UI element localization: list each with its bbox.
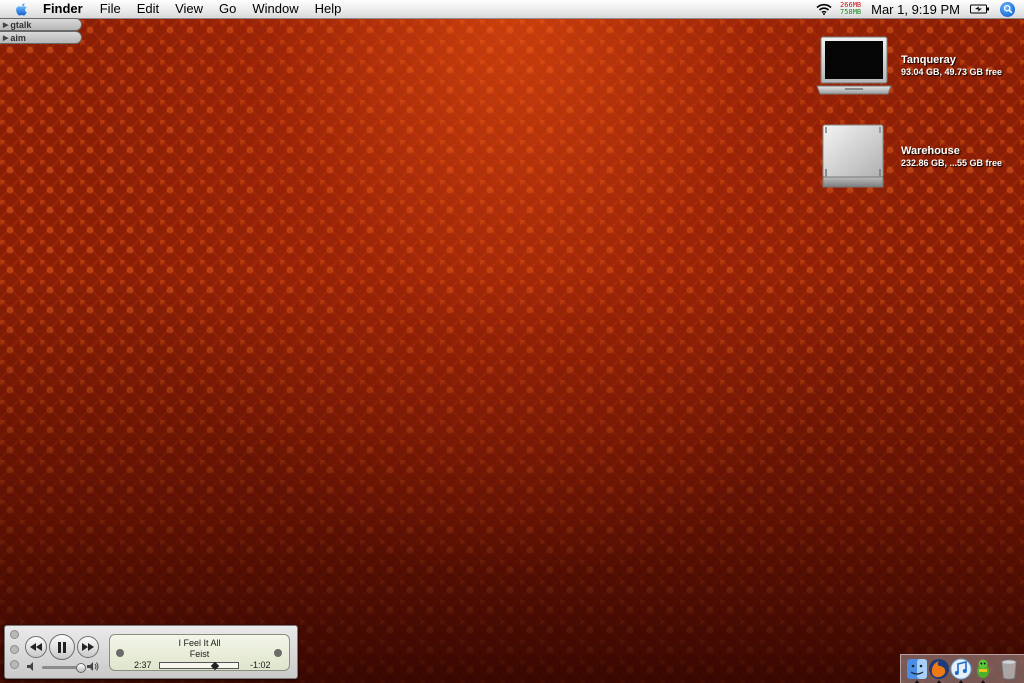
hard-drive-icon[interactable]	[821, 123, 885, 191]
laptop-icon[interactable]	[815, 36, 893, 98]
volume-low-icon	[27, 662, 33, 671]
finder-icon[interactable]	[906, 658, 928, 680]
menu-edit[interactable]: Edit	[129, 0, 167, 18]
track-display[interactable]: I Feel It All Feist 2:37 -1:02	[109, 634, 290, 671]
drawer-tab-gtalk[interactable]: ▶ gtalk	[0, 18, 82, 31]
drawer-tab-label: gtalk	[10, 19, 32, 30]
menubar-clock[interactable]: Mar 1, 9:19 PM	[871, 2, 960, 17]
previous-track-button[interactable]	[25, 636, 47, 658]
menu-extras: 266MB 758MB Mar 1, 9:19 PM	[816, 0, 1024, 18]
apple-menu-icon[interactable]	[15, 2, 29, 16]
menu-go[interactable]: Go	[211, 0, 244, 18]
disclosure-triangle-icon: ▶	[3, 34, 9, 42]
rewind-icon	[30, 643, 42, 651]
volume-warehouse-label[interactable]: Warehouse 232.86 GB, ...55 GB free	[901, 145, 1002, 169]
volume-info: 232.86 GB, ...55 GB free	[901, 158, 1003, 168]
adium-icon[interactable]	[972, 658, 994, 680]
volume-name: Warehouse	[901, 145, 960, 157]
memory-monitor[interactable]: 266MB 758MB	[840, 2, 861, 16]
volume-tanqueray-label[interactable]: Tanqueray 93.04 GB, 49.73 GB free	[901, 54, 1002, 78]
menu-finder[interactable]: Finder	[43, 0, 92, 18]
close-button[interactable]	[10, 630, 19, 639]
firefox-icon[interactable]	[928, 658, 950, 680]
song-title: I Feel It All	[178, 638, 221, 648]
artist-name: Feist	[189, 649, 210, 659]
remaining-time: -1:02	[250, 660, 271, 670]
minimize-button[interactable]	[10, 645, 19, 654]
desktop[interactable]: Finder File Edit View Go Window Help 266…	[0, 0, 1024, 683]
menu-bar: Finder File Edit View Go Window Help 266…	[0, 0, 1024, 19]
elapsed-time: 2:37	[134, 660, 152, 670]
drawer-tab-label: aim	[10, 32, 26, 43]
volume-slider-knob[interactable]	[75, 663, 86, 673]
next-track-button[interactable]	[77, 636, 99, 658]
drawer-tab-aim[interactable]: ▶ aim	[0, 31, 82, 44]
menu-view[interactable]: View	[167, 0, 211, 18]
pause-button[interactable]	[49, 634, 75, 660]
volume-high-icon	[87, 662, 99, 671]
wifi-icon[interactable]	[816, 3, 832, 15]
disclosure-triangle-icon: ▶	[3, 21, 9, 29]
menu-window[interactable]: Window	[244, 0, 306, 18]
menu-help[interactable]: Help	[307, 0, 350, 18]
volume-name: Tanqueray	[901, 54, 956, 66]
itunes-mini-player: I Feel It All Feist 2:37 -1:02	[4, 625, 298, 679]
dock	[900, 654, 1024, 683]
fast-forward-icon	[82, 643, 94, 651]
spotlight-icon[interactable]	[1000, 1, 1015, 17]
magnifier-icon	[1003, 4, 1012, 14]
pause-icon	[58, 641, 66, 653]
trash-icon[interactable]	[998, 658, 1020, 680]
menu-file[interactable]: File	[92, 0, 129, 18]
volume-info: 93.04 GB, 49.73 GB free	[901, 67, 1003, 77]
battery-icon[interactable]	[970, 4, 990, 14]
zoom-button[interactable]	[10, 660, 19, 669]
playback-progress-bar[interactable]	[159, 662, 239, 669]
memory-free: 758MB	[840, 8, 862, 16]
itunes-icon[interactable]	[950, 658, 972, 680]
snapback-button[interactable]	[274, 649, 282, 657]
